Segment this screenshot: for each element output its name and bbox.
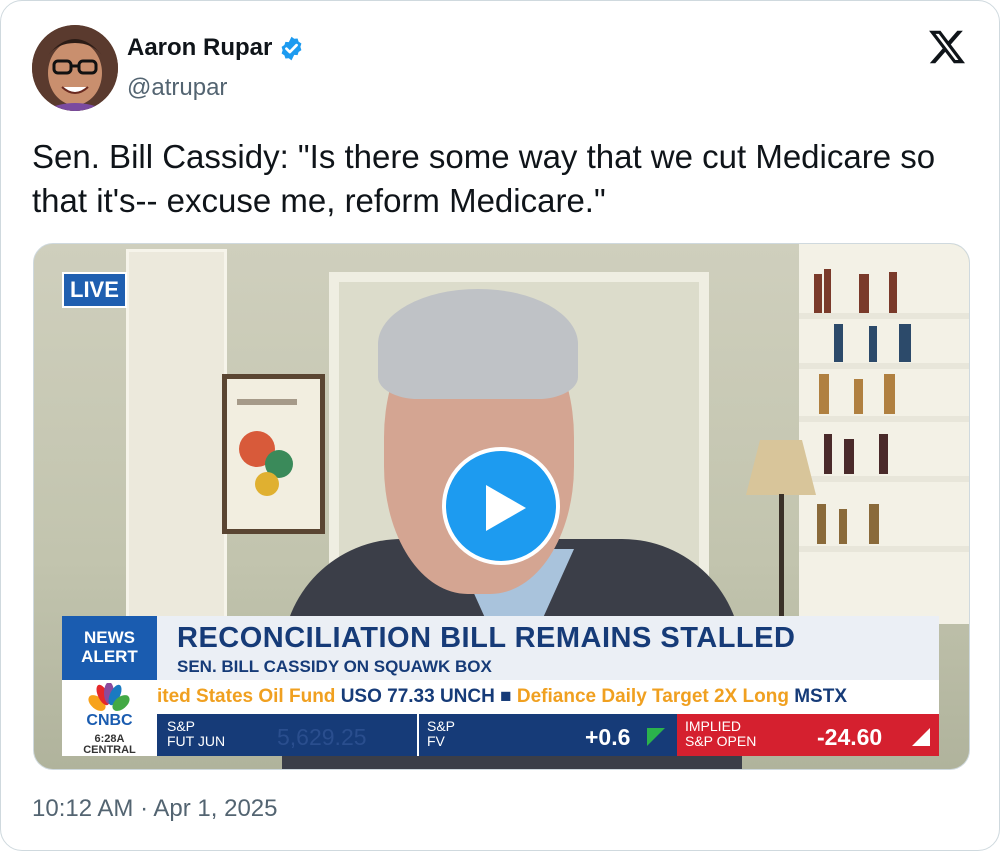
- play-icon: [486, 485, 526, 531]
- market-cell-3: IMPLIED S&P OPEN -24.60: [677, 714, 939, 756]
- market-cell-1: S&P FUT JUN: [167, 719, 225, 761]
- ticker-text-2: USO 77.33 UNCH ■: [340, 686, 512, 707]
- local-time-zone: CENTRAL: [83, 744, 136, 756]
- x-logo-icon[interactable]: [926, 27, 968, 67]
- down-arrow-icon: [912, 728, 930, 746]
- video-scene-painting: [222, 374, 325, 534]
- market-cell-3-line-1: IMPLIED: [685, 718, 742, 734]
- market-cell-2-line-1: S&P: [427, 718, 456, 734]
- market-cell-2: S&P FV: [427, 719, 455, 761]
- tweet-timestamp[interactable]: 10:12 AM · Apr 1, 2025: [32, 795, 278, 823]
- market-cell-3-line-2: S&P OPEN: [685, 733, 757, 749]
- up-arrow-icon: [647, 728, 665, 746]
- ticker-text-1: ited States Oil Fund: [157, 686, 341, 707]
- news-alert-line-2: ALERT: [81, 647, 138, 666]
- market-divider: [417, 714, 419, 756]
- market-cell-3-value: -24.60: [817, 724, 883, 750]
- headline-box: RECONCILIATION BILL REMAINS STALLED SEN.…: [157, 616, 939, 680]
- peacock-icon: [88, 683, 130, 711]
- verified-badge-icon: [281, 36, 302, 60]
- video-speaker-hair: [378, 289, 578, 399]
- stock-ticker: ited States Oil Fund USO 77.33 UNCH ■ De…: [157, 680, 939, 714]
- market-cell-1-line-2: FUT JUN: [167, 733, 226, 749]
- network-name: CNBC: [86, 712, 133, 729]
- market-cell-1-line-1: S&P: [167, 718, 196, 734]
- network-logo: CNBC 6:28A CENTRAL: [62, 680, 157, 756]
- video-scene-lamp-pole: [779, 494, 784, 624]
- news-alert-label: NEWS ALERT: [62, 616, 157, 680]
- tweet-text: Sen. Bill Cassidy: "Is there some way th…: [32, 138, 936, 219]
- live-badge: LIVE: [62, 272, 127, 308]
- news-alert-line-1: NEWS: [84, 628, 135, 647]
- chyron-subheadline: SEN. BILL CASSIDY ON SQUAWK BOX: [177, 657, 492, 676]
- avatar[interactable]: [32, 25, 118, 111]
- video-player[interactable]: LIVE NEWS ALERT RECONCILIATION BILL REMA…: [33, 243, 970, 770]
- play-button[interactable]: [442, 447, 560, 565]
- video-scene-bookshelf: [799, 244, 969, 624]
- chyron-headline: RECONCILIATION BILL REMAINS STALLED: [177, 622, 796, 654]
- author-name-row[interactable]: Aaron Rupar: [127, 34, 305, 62]
- author-handle[interactable]: @atrupar: [127, 74, 227, 102]
- local-time: 6:28A CENTRAL: [62, 734, 157, 756]
- chyron: NEWS ALERT RECONCILIATION BILL REMAINS S…: [62, 616, 939, 756]
- video-scene-door: [126, 249, 227, 635]
- author-name[interactable]: Aaron Rupar: [127, 34, 272, 62]
- market-bar: S&P FUT JUN 5,629.25 S&P FV +0.6 IMPLIED…: [157, 714, 939, 756]
- market-cell-1-value: 5,629.25: [277, 724, 367, 750]
- market-cell-2-value: +0.6: [585, 724, 631, 750]
- ticker-text-3: Defiance Daily Target 2X Long: [511, 686, 795, 707]
- market-cell-2-line-2: FV: [427, 733, 445, 749]
- ticker-text-4: MSTX: [794, 686, 847, 707]
- tweet-card: Aaron Rupar @atrupar Sen. Bill Cassidy: …: [0, 0, 1000, 851]
